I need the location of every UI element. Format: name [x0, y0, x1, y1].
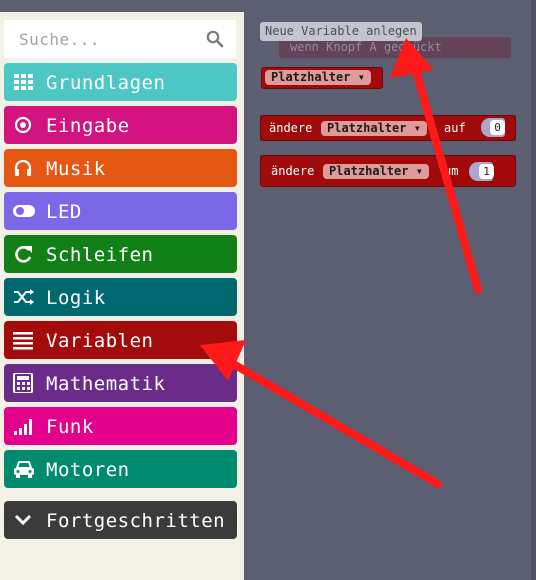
category-schleifen[interactable]: Schleifen	[4, 235, 237, 273]
category-led[interactable]: LED	[4, 192, 237, 230]
car-icon	[14, 461, 34, 478]
change-block-prefix: ändere	[271, 164, 315, 178]
toolbox: Suche... Grundlagen Eingabe Musik LED Sc…	[0, 12, 244, 580]
list-icon	[13, 332, 33, 350]
change-value-input[interactable]: 1	[479, 164, 494, 179]
category-label: LED	[46, 201, 82, 223]
category-musik[interactable]: Musik	[4, 149, 237, 187]
signal-icon	[14, 419, 32, 435]
category-logik[interactable]: Logik	[4, 278, 237, 316]
category-eingabe[interactable]: Eingabe	[4, 106, 237, 144]
chevron-down-icon	[14, 514, 32, 526]
variable-name: Platzhalter	[329, 164, 409, 178]
category-label: Eingabe	[46, 115, 130, 137]
change-block-suffix: um	[444, 164, 459, 178]
ghost-block-label: wenn Knopf A gedrückt	[290, 40, 442, 54]
category-label: Logik	[46, 287, 106, 309]
search-box[interactable]: Suche...	[4, 20, 236, 58]
category-label: Musik	[46, 158, 106, 180]
category-mathematik[interactable]: Mathematik	[4, 364, 237, 402]
category-label: Variablen	[46, 330, 154, 352]
set-block-suffix: auf	[444, 121, 466, 135]
headphones-icon	[14, 159, 32, 176]
variable-name: Platzhalter	[327, 121, 407, 135]
grid-icon	[14, 74, 33, 90]
category-variablen[interactable]: Variablen	[4, 321, 237, 359]
set-variable-dropdown[interactable]: Platzhalter ▾	[321, 121, 427, 136]
search-icon[interactable]	[206, 30, 224, 48]
category-fortgeschritten[interactable]: Fortgeschritten	[4, 501, 237, 539]
category-label: Mathematik	[46, 373, 166, 395]
shuffle-icon	[14, 289, 34, 305]
search-input[interactable]: Suche...	[19, 30, 100, 49]
set-value-input[interactable]: 0	[490, 120, 505, 135]
vertical-scrollbar[interactable]	[531, 0, 536, 580]
refresh-icon	[15, 246, 32, 263]
category-label: Funk	[46, 416, 94, 438]
category-grundlagen[interactable]: Grundlagen	[4, 63, 237, 101]
variable-dropdown[interactable]: Platzhalter ▾	[265, 70, 371, 85]
category-funk[interactable]: Funk	[4, 407, 237, 445]
category-label: Fortgeschritten	[46, 510, 226, 532]
set-block-prefix: ändere	[269, 121, 313, 135]
toggle-icon	[13, 205, 35, 217]
target-icon	[14, 116, 32, 134]
category-motoren[interactable]: Motoren	[4, 450, 237, 488]
variable-name: Platzhalter	[271, 70, 351, 84]
change-variable-dropdown[interactable]: Platzhalter ▾	[323, 164, 429, 179]
category-label: Schleifen	[46, 244, 154, 266]
category-label: Grundlagen	[46, 72, 166, 94]
new-variable-button[interactable]: Neue Variable anlegen	[260, 22, 422, 41]
calculator-icon	[13, 373, 33, 393]
category-label: Motoren	[46, 459, 130, 481]
